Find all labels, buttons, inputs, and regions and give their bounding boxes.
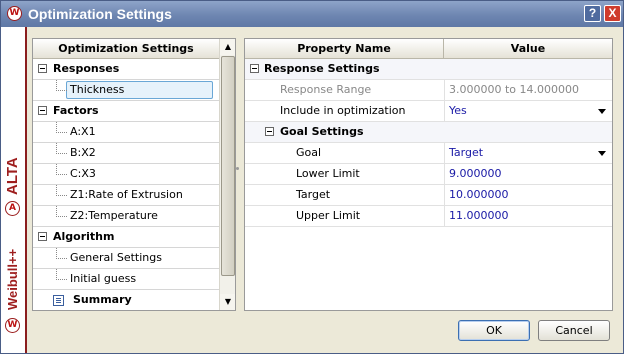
property-name: Goal — [296, 146, 322, 159]
column-divider — [444, 143, 445, 163]
goal-dropdown-value[interactable]: Target — [449, 143, 483, 163]
dialog-content: Optimization Settings Responses Thicknes… — [27, 27, 623, 353]
property-row-goal[interactable]: Goal Target — [245, 143, 612, 164]
collapse-icon[interactable] — [265, 127, 274, 136]
tree-connector — [56, 248, 67, 259]
tree-section-label: Factors — [53, 104, 99, 117]
title-bar[interactable]: W Optimization Settings ? X — [1, 1, 623, 27]
tree-item-label: B:X2 — [70, 146, 96, 159]
help-button[interactable]: ? — [584, 5, 601, 22]
tree-scrollbar[interactable]: ▲ ▼ — [219, 39, 235, 310]
column-header-property-name: Property Name — [245, 39, 444, 58]
tree-item-label: C:X3 — [70, 167, 96, 180]
target-field[interactable]: 10.000000 — [449, 185, 509, 205]
tree-section-label: Algorithm — [53, 230, 115, 243]
dropdown-arrow-icon[interactable] — [598, 109, 606, 114]
collapse-icon[interactable] — [38, 106, 47, 115]
tree-header: Optimization Settings — [33, 39, 219, 59]
tree-item-thickness[interactable]: Thickness — [33, 80, 235, 101]
tree-item-initial-guess[interactable]: Initial guess — [33, 269, 235, 290]
section-goal-settings[interactable]: Goal Settings — [245, 122, 612, 143]
collapse-icon[interactable] — [38, 64, 47, 73]
tree-section-label: Responses — [53, 62, 120, 75]
scrollbar-thumb[interactable] — [221, 56, 235, 276]
scroll-down-icon[interactable]: ▼ — [220, 294, 235, 310]
property-row-upper-limit[interactable]: Upper Limit 11.000000 — [245, 206, 612, 227]
include-dropdown-value[interactable]: Yes — [449, 101, 467, 121]
property-value: 3.000000 to 14.000000 — [449, 83, 580, 96]
tree-connector — [56, 164, 67, 175]
tree-item-factor[interactable]: Z1:Rate of Extrusion — [33, 185, 235, 206]
tree-item-label: Z2:Temperature — [70, 209, 158, 222]
tree-connector — [56, 269, 67, 280]
tree-item-summary[interactable]: Summary — [33, 290, 235, 310]
brand-alta-text: ALTA — [4, 157, 21, 195]
product-sidebar: W Weibull++ A ALTA — [1, 27, 27, 353]
weibull-logo-icon: W — [5, 318, 20, 333]
summary-list-icon — [53, 295, 64, 306]
tree-item-factor[interactable]: A:X1 — [33, 122, 235, 143]
column-divider — [444, 101, 445, 121]
scroll-up-icon[interactable]: ▲ — [220, 39, 235, 55]
tree-item-factor[interactable]: Z2:Temperature — [33, 206, 235, 227]
splitter-handle[interactable] — [236, 167, 239, 170]
tree-item-factor[interactable]: C:X3 — [33, 164, 235, 185]
property-row-target[interactable]: Target 10.000000 — [245, 185, 612, 206]
close-button[interactable]: X — [604, 5, 621, 22]
dropdown-arrow-icon[interactable] — [598, 151, 606, 156]
column-divider — [444, 185, 445, 205]
column-divider — [444, 164, 445, 184]
weibull-logo-icon: W — [7, 6, 22, 21]
tree-item-general-settings[interactable]: General Settings — [33, 248, 235, 269]
section-response-settings[interactable]: Response Settings — [245, 59, 612, 80]
alta-logo-icon: A — [5, 201, 20, 216]
tree-item-label: Thickness — [70, 83, 125, 96]
property-grid-header: Property Name Value — [245, 39, 612, 59]
property-name: Target — [296, 188, 331, 201]
property-row-include-in-optimization[interactable]: Include in optimization Yes — [245, 101, 612, 122]
property-name: Include in optimization — [280, 104, 406, 117]
tree-item-label: A:X1 — [70, 125, 96, 138]
upper-limit-field[interactable]: 11.000000 — [449, 206, 509, 226]
brand-weibull-text: Weibull++ — [5, 248, 20, 310]
tree-section-algorithm[interactable]: Algorithm — [33, 227, 235, 248]
property-name: Upper Limit — [296, 209, 361, 222]
property-name: Response Range — [280, 83, 372, 96]
tree-connector — [56, 80, 67, 91]
lower-limit-field[interactable]: 9.000000 — [449, 164, 502, 184]
cancel-button[interactable]: Cancel — [538, 320, 610, 341]
tree-section-factors[interactable]: Factors — [33, 101, 235, 122]
collapse-icon[interactable] — [38, 232, 47, 241]
property-name: Lower Limit — [296, 167, 360, 180]
tree-connector — [56, 143, 67, 154]
window-title: Optimization Settings — [28, 6, 172, 22]
tree-item-label: Initial guess — [70, 272, 137, 285]
tree-connector — [56, 185, 67, 196]
settings-tree-panel: Optimization Settings Responses Thicknes… — [32, 38, 236, 311]
tree-section-responses[interactable]: Responses — [33, 59, 235, 80]
property-grid: Property Name Value Response Settings Re… — [244, 38, 613, 311]
optimization-settings-dialog: W Optimization Settings ? X W Weibull++ … — [0, 0, 624, 354]
section-label: Goal Settings — [280, 125, 364, 138]
tree-connector — [56, 122, 67, 133]
tree-item-label: General Settings — [70, 251, 162, 264]
column-divider — [444, 80, 445, 100]
property-row-lower-limit[interactable]: Lower Limit 9.000000 — [245, 164, 612, 185]
collapse-icon[interactable] — [250, 64, 259, 73]
tree-connector — [56, 206, 67, 217]
tree-item-factor[interactable]: B:X2 — [33, 143, 235, 164]
property-row-response-range: Response Range 3.000000 to 14.000000 — [245, 80, 612, 101]
column-divider — [444, 206, 445, 226]
ok-button[interactable]: OK — [458, 320, 530, 341]
section-label: Response Settings — [264, 62, 380, 75]
tree-summary-label: Summary — [73, 293, 132, 306]
tree-item-label: Z1:Rate of Extrusion — [70, 188, 183, 201]
column-header-value: Value — [510, 42, 546, 55]
